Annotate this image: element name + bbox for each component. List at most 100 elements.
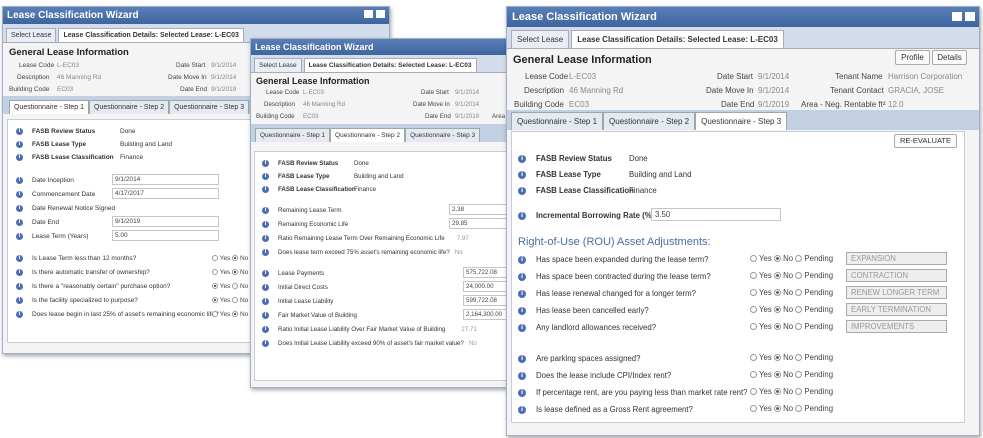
- fair-market-value-field[interactable]: 2,164,300.00: [463, 309, 507, 320]
- radio-no[interactable]: [773, 289, 781, 297]
- contraction-button[interactable]: CONTRACTION: [846, 269, 947, 282]
- radio-no[interactable]: [232, 311, 239, 318]
- tab-step-3[interactable]: Questionnaire - Step 3: [405, 128, 481, 142]
- tab-step-3[interactable]: Questionnaire - Step 3: [695, 112, 788, 130]
- tab-select-lease[interactable]: Select Lease: [254, 58, 302, 72]
- re-evaluate-button[interactable]: RE-EVALUATE: [894, 134, 957, 148]
- radio-yes[interactable]: [750, 255, 757, 263]
- lease-payments-field[interactable]: 575,722.08: [463, 267, 507, 278]
- tenant-name-value: Harrison Corporation: [888, 72, 963, 81]
- radio-yes[interactable]: [212, 311, 218, 318]
- radio-yes[interactable]: [212, 269, 218, 276]
- radio-pending[interactable]: [795, 255, 803, 263]
- radio-yes[interactable]: [750, 405, 757, 413]
- radio-yes[interactable]: [750, 354, 757, 362]
- radio-no[interactable]: [773, 255, 781, 263]
- profile-button[interactable]: Profile: [895, 50, 930, 65]
- wizard-window-step3: Lease Classification Wizard Select Lease…: [506, 6, 980, 436]
- tab-lease-details[interactable]: Lease Classification Details: Selected L…: [571, 30, 784, 48]
- radio-yes[interactable]: [212, 255, 218, 262]
- lease-term-input[interactable]: 5.00: [112, 230, 219, 241]
- tab-step-1[interactable]: Questionnaire - Step 1: [511, 112, 604, 130]
- question-row: i Is lease defined as a Gross Rent agreem…: [518, 405, 693, 414]
- date-inception-input[interactable]: 9/1/2014: [112, 174, 219, 185]
- tab-step-2[interactable]: Questionnaire - Step 2: [89, 100, 170, 114]
- details-button[interactable]: Details: [932, 50, 967, 65]
- radio-pending[interactable]: [795, 405, 803, 413]
- radio-yes[interactable]: [750, 272, 757, 280]
- metric-row: i Ratio Initial Lease Liability Over Fair…: [262, 326, 477, 333]
- radio-no[interactable]: [773, 306, 781, 314]
- radio-pending[interactable]: [795, 289, 803, 297]
- metric-label: Initial Direct Costs: [278, 284, 328, 291]
- radio-yes[interactable]: [750, 289, 757, 297]
- radio-yes[interactable]: [750, 388, 757, 396]
- general-info: Lease Code L-EC03 Description 46 Manning…: [251, 86, 507, 124]
- tab-step-3[interactable]: Questionnaire - Step 3: [169, 100, 250, 114]
- radio-yes-label: Yes: [759, 305, 772, 314]
- radio-yes[interactable]: [750, 323, 757, 331]
- radio-no[interactable]: [232, 283, 239, 290]
- radio-no[interactable]: [773, 323, 781, 331]
- description-label: Description: [17, 74, 50, 81]
- initial-lease-liability-field[interactable]: 599,722.08: [463, 295, 507, 306]
- tab-step-1[interactable]: Questionnaire - Step 1: [9, 100, 90, 114]
- radio-pending[interactable]: [795, 323, 803, 331]
- radio-no[interactable]: [773, 388, 781, 396]
- commencement-date-input[interactable]: 4/17/2017: [112, 188, 219, 199]
- radio-pending[interactable]: [795, 388, 803, 396]
- info-icon: i: [518, 154, 526, 163]
- radio-pending[interactable]: [795, 371, 803, 379]
- tab-step-2[interactable]: Questionnaire - Step 2: [330, 128, 406, 142]
- tab-step-1[interactable]: Questionnaire - Step 1: [255, 128, 331, 142]
- radio-no[interactable]: [773, 405, 781, 413]
- ibr-input[interactable]: 3.50: [651, 208, 781, 221]
- tab-lease-details[interactable]: Lease Classification Details: Selected L…: [58, 28, 244, 42]
- renew-longer-term-button[interactable]: RENEW LONGER TERM: [846, 286, 947, 299]
- description-value: 46 Manning Rd: [303, 101, 345, 108]
- fasb-review-value: Done: [354, 160, 369, 167]
- radio-yes[interactable]: [212, 283, 218, 290]
- radio-no[interactable]: [232, 297, 239, 304]
- print-icon[interactable]: [952, 12, 962, 21]
- area-value: 12.0: [888, 100, 904, 109]
- info-icon: i: [16, 311, 23, 318]
- radio-pending[interactable]: [795, 272, 803, 280]
- improvements-button[interactable]: IMPROVEMENTS: [846, 320, 947, 333]
- radio-yes[interactable]: [750, 306, 757, 314]
- info-icon: i: [262, 284, 269, 291]
- field-date-inception: i Date Inception: [16, 177, 74, 184]
- main-tabs: Select Lease Lease Classification Detail…: [251, 55, 507, 73]
- radio-pending-label: Pending: [804, 370, 834, 379]
- radio-pending[interactable]: [795, 306, 803, 314]
- radio-pending[interactable]: [795, 354, 803, 362]
- remaining-economic-life-field[interactable]: 29.85: [449, 218, 507, 229]
- questionnaire-tabs: Questionnaire - Step 1 Questionnaire - S…: [507, 110, 979, 130]
- fasb-type-label: FASB Lease Type: [278, 173, 330, 180]
- date-end-input[interactable]: 9/1/2019: [112, 216, 219, 227]
- tab-lease-details[interactable]: Lease Classification Details: Selected L…: [303, 58, 477, 72]
- remaining-lease-term-field[interactable]: 2.38: [449, 204, 507, 215]
- radio-no[interactable]: [773, 371, 781, 379]
- radio-no[interactable]: [232, 255, 239, 262]
- radio-no[interactable]: [232, 269, 239, 276]
- print-icon[interactable]: [364, 10, 373, 18]
- date-move-in-label: Date Move In: [413, 101, 450, 108]
- tenant-contact-value: GRACIA, JOSE: [888, 86, 945, 95]
- question-row: i If percentage rent, are you paying less…: [518, 388, 748, 397]
- radio-yes[interactable]: [750, 371, 757, 379]
- radio-no[interactable]: [773, 272, 781, 280]
- field-label: Date Renewal Notice Signed: [32, 205, 116, 212]
- initial-direct-costs-field[interactable]: 24,000.00: [463, 281, 507, 292]
- email-icon[interactable]: [376, 10, 385, 18]
- radio-no[interactable]: [773, 354, 781, 362]
- radio-yes[interactable]: [212, 297, 218, 304]
- tab-select-lease[interactable]: Select Lease: [6, 28, 57, 42]
- tab-select-lease[interactable]: Select Lease: [511, 30, 570, 48]
- tab-step-2[interactable]: Questionnaire - Step 2: [603, 112, 696, 130]
- question-row: i Does lease begin in last 25% of asset's…: [16, 311, 219, 318]
- expansion-button[interactable]: EXPANSION: [846, 252, 947, 265]
- email-icon[interactable]: [965, 12, 975, 21]
- radio-no-label: No: [239, 255, 249, 262]
- early-termination-button[interactable]: EARLY TERMINATION: [846, 303, 947, 316]
